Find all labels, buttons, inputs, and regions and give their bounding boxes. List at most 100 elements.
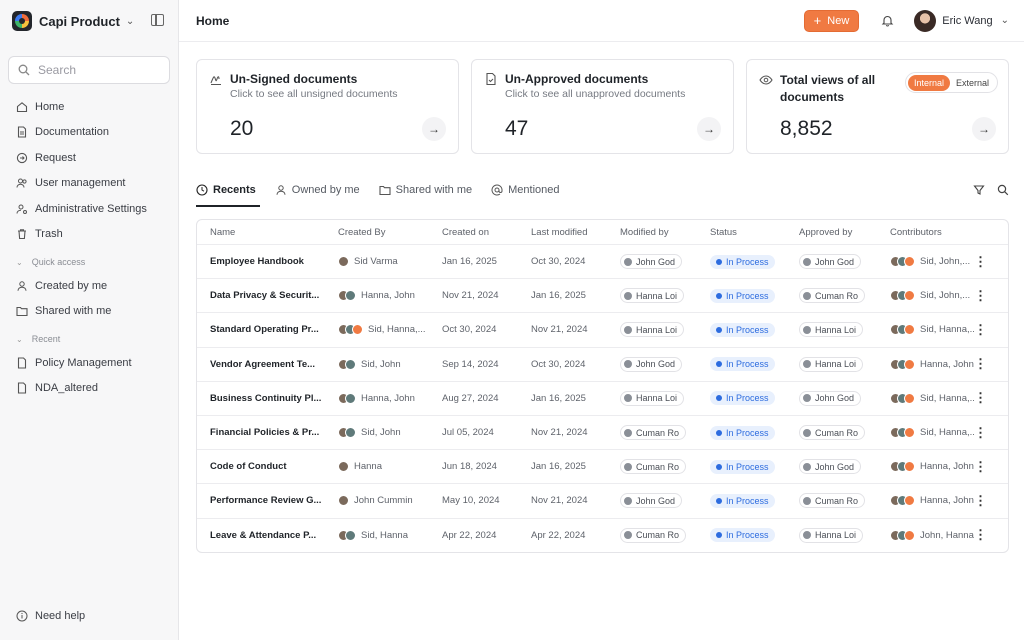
user-chip[interactable]: Hanna Loi xyxy=(799,322,864,338)
column-header[interactable]: Modified by xyxy=(620,227,710,238)
at-sign-icon xyxy=(491,184,503,196)
last-modified: Oct 30, 2024 xyxy=(531,256,586,268)
column-header[interactable]: Contributors xyxy=(890,227,974,238)
avatar xyxy=(345,427,356,439)
avatar-stack xyxy=(890,290,915,302)
user-chip[interactable]: John God xyxy=(799,390,862,406)
user-chip[interactable]: Hanna Loi xyxy=(799,527,864,543)
table-row[interactable]: Code of Conduct Hanna Jun 18, 2024 Jan 16, … xyxy=(197,449,1008,483)
user-chip[interactable]: John God xyxy=(799,254,862,270)
document-name[interactable]: Financial Policies & Pr... xyxy=(210,427,338,438)
nav-item-documentation[interactable]: Documentation xyxy=(0,120,178,146)
more-options-icon[interactable]: ⋮ xyxy=(974,425,1000,441)
document-name[interactable]: Data Privacy & Securit... xyxy=(210,290,338,301)
table-row[interactable]: Performance Review G... John Cummin May 10… xyxy=(197,483,1008,517)
nav-item-nda-altered[interactable]: NDA_altered xyxy=(0,376,178,402)
more-options-icon[interactable]: ⋮ xyxy=(974,288,1000,304)
main-nav: Home Documentation Request User manageme… xyxy=(0,94,178,247)
document-name[interactable]: Standard Operating Pr... xyxy=(210,324,338,335)
document-name[interactable]: Business Continuity Pl... xyxy=(210,393,338,404)
user-chip[interactable]: Cuman Ro xyxy=(799,425,866,441)
user-chip[interactable]: John God xyxy=(620,254,683,270)
user-chip[interactable]: Cuman Ro xyxy=(620,459,687,475)
nav-item-request[interactable]: Request xyxy=(0,145,178,171)
column-header[interactable]: Status xyxy=(710,227,799,238)
more-options-icon[interactable]: ⋮ xyxy=(974,390,1000,406)
nav-item-user-management[interactable]: User management xyxy=(0,171,178,197)
nav-item-created-by-me[interactable]: Created by me xyxy=(0,273,178,299)
nav-item-home[interactable]: Home xyxy=(0,94,178,120)
tab-shared-with-me[interactable]: Shared with me xyxy=(379,178,472,202)
avatar xyxy=(623,427,633,438)
user-chip[interactable]: Hanna Loi xyxy=(620,288,685,304)
arrow-right-icon[interactable]: → xyxy=(422,117,446,141)
column-header[interactable]: Created on xyxy=(442,227,531,238)
nav-item-policy-management[interactable]: Policy Management xyxy=(0,350,178,376)
tab-owned-by-me[interactable]: Owned by me xyxy=(275,178,360,202)
document-name[interactable]: Employee Handbook xyxy=(210,256,338,267)
more-options-icon[interactable]: ⋮ xyxy=(974,527,1000,543)
tab-recents[interactable]: Recents xyxy=(196,178,260,207)
table-row[interactable]: Data Privacy & Securit... Hanna, John Nov … xyxy=(197,278,1008,312)
column-header[interactable]: Last modified xyxy=(531,227,620,238)
arrow-right-icon[interactable]: → xyxy=(972,117,996,141)
document-name[interactable]: Vendor Agreement Te... xyxy=(210,359,338,370)
user-chip[interactable]: John God xyxy=(620,493,683,509)
unapproved-documents-card[interactable]: Un-Approved documents Click to see all u… xyxy=(471,59,734,154)
search-input[interactable]: Search xyxy=(8,56,170,84)
tab-mentioned[interactable]: Mentioned xyxy=(491,178,559,202)
arrow-right-icon[interactable]: → xyxy=(697,117,721,141)
bell-icon[interactable] xyxy=(881,14,894,27)
recent-header[interactable]: ⌄ Recent xyxy=(0,328,178,350)
user-chip[interactable]: Cuman Ro xyxy=(620,425,687,441)
table-row[interactable]: Vendor Agreement Te... Sid, John Sep 14, 2… xyxy=(197,346,1008,381)
total-views-card[interactable]: Total views of all documents Internal Ex… xyxy=(746,59,1009,154)
column-header[interactable]: Created By xyxy=(338,227,442,238)
avatar xyxy=(802,530,812,541)
document-name[interactable]: Leave & Attendance P... xyxy=(210,530,338,541)
user-chip[interactable]: Hanna Loi xyxy=(799,356,864,372)
more-options-icon[interactable]: ⋮ xyxy=(974,254,1000,270)
collapse-sidebar-icon[interactable] xyxy=(151,14,164,26)
table-row[interactable]: Standard Operating Pr... Sid, Hanna,... Oc… xyxy=(197,312,1008,346)
nav-item-administrative-settings[interactable]: Administrative Settings xyxy=(0,196,178,222)
unsigned-documents-card[interactable]: Un-Signed documents Click to see all uns… xyxy=(196,59,459,154)
help-link[interactable]: Need help xyxy=(16,610,85,622)
user-chip[interactable]: Hanna Loi xyxy=(620,390,685,406)
user-chip[interactable]: Cuman Ro xyxy=(620,527,687,543)
new-button[interactable]: + New xyxy=(803,9,860,32)
more-options-icon[interactable]: ⋮ xyxy=(974,322,1000,338)
document-name[interactable]: Performance Review G... xyxy=(210,495,338,506)
more-options-icon[interactable]: ⋮ xyxy=(974,493,1000,509)
document-name[interactable]: Code of Conduct xyxy=(210,461,338,472)
user-chip[interactable]: John God xyxy=(620,356,683,372)
avatar-stack xyxy=(338,529,356,541)
user-menu[interactable]: Eric Wang ⌄ xyxy=(914,9,1009,32)
quick-access-header[interactable]: ⌄ Quick access xyxy=(0,251,178,273)
visibility-toggle[interactable]: Internal External xyxy=(904,72,998,93)
column-header[interactable]: Name xyxy=(210,227,338,238)
nav-item-shared-with-me[interactable]: Shared with me xyxy=(0,299,178,325)
user-chip[interactable]: John God xyxy=(799,459,862,475)
column-header[interactable]: Approved by xyxy=(799,227,890,238)
filter-icon[interactable] xyxy=(973,184,985,196)
toggle-internal[interactable]: Internal xyxy=(907,74,950,91)
table-row[interactable]: Employee Handbook Sid Varma Jan 16, 2025 Oc… xyxy=(197,244,1008,278)
user-chip[interactable]: Cuman Ro xyxy=(799,493,866,509)
last-modified: Jan 16, 2025 xyxy=(531,461,586,473)
nav-label: User management xyxy=(35,177,126,190)
more-options-icon[interactable]: ⋮ xyxy=(974,356,1000,372)
table-row[interactable]: Financial Policies & Pr... Sid, John Jul 0… xyxy=(197,414,1008,449)
user-chip[interactable]: Cuman Ro xyxy=(799,288,866,304)
status-dot xyxy=(716,532,722,539)
created-by: Hanna xyxy=(354,461,382,473)
documents-table: Name Created By Created on Last modified… xyxy=(196,219,1009,553)
more-options-icon[interactable]: ⋮ xyxy=(974,459,1000,475)
search-icon[interactable] xyxy=(997,184,1009,196)
user-chip[interactable]: Hanna Loi xyxy=(620,322,685,338)
table-row[interactable]: Business Continuity Pl... Hanna, John Aug … xyxy=(197,380,1008,415)
table-row[interactable]: Leave & Attendance P... Sid, Hanna Apr 22,… xyxy=(197,517,1008,552)
status-label: In Process xyxy=(726,290,769,301)
toggle-external[interactable]: External xyxy=(950,75,995,91)
nav-item-trash[interactable]: Trash xyxy=(0,222,178,248)
